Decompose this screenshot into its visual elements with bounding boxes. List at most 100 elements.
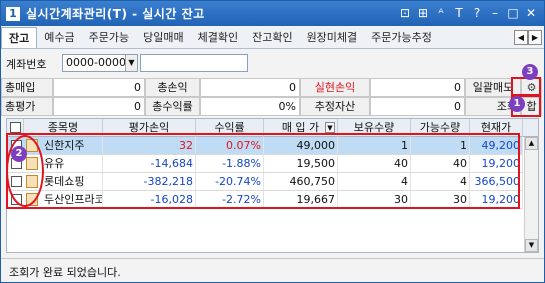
minimize-icon[interactable]: – [488, 5, 502, 21]
table-header: 종목명 평가손익 수익률 매 입 가 ▼ 보유수량 가능수량 현재가 [7, 119, 538, 137]
status-bar: 조회가 완료 되었습니다. [1, 258, 544, 282]
tab-execution-check[interactable]: 체결확인 [191, 27, 245, 48]
account-row: 계좌번호 0000-0000 ▼ [1, 52, 544, 74]
col-current-price[interactable]: 현재가 [470, 119, 523, 137]
sort-down-icon[interactable]: ▼ [325, 122, 335, 133]
window-number-badge: 1 [6, 6, 20, 21]
summary-panel: 총매입 0 총손익 0 실현손익 0 일괄매도 ⚙ 총평가 0 총수익률 0% … [1, 77, 544, 117]
eval-pl: -382,218 [103, 173, 196, 190]
text-icon[interactable]: T [452, 5, 466, 21]
total-eval-value: 0 [53, 97, 145, 116]
available-qty: 1 [411, 137, 470, 154]
scroll-up-icon[interactable]: ▲ [525, 137, 538, 150]
font-size-icon[interactable]: ᴬ [434, 5, 448, 21]
col-holding-qty[interactable]: 보유수량 [338, 119, 411, 137]
account-select[interactable]: 0000-0000 ▼ [62, 54, 138, 72]
gear-icon[interactable]: ⚙ [521, 78, 542, 97]
holding-qty: 1 [338, 137, 411, 154]
tab-daily-trades[interactable]: 당일매매 [136, 27, 190, 48]
col-buy-price[interactable]: 매 입 가 ▼ [264, 119, 338, 137]
total-return-value: 0% [200, 97, 300, 116]
available-qty: 40 [411, 155, 470, 172]
eval-pl: 32 [103, 137, 196, 154]
row-checkbox[interactable] [11, 176, 22, 187]
vertical-scrollbar[interactable]: ▲ ▼ [524, 137, 538, 252]
help-icon[interactable]: ? [470, 5, 484, 21]
eval-pl: -16,028 [103, 191, 196, 208]
tab-deposit[interactable]: 예수금 [37, 27, 81, 48]
table-row[interactable]: 신한지주 32 0.07% 49,000 1 1 49,200 [7, 137, 523, 155]
return-rate: -2.72% [196, 191, 264, 208]
current-price: 366,500 [470, 173, 523, 190]
tab-orderable-estimate[interactable]: 주문가능추정 [364, 27, 439, 48]
current-price: 19,200 [470, 191, 523, 208]
holdings-table: 종목명 평가손익 수익률 매 입 가 ▼ 보유수량 가능수량 현재가 신한지주 … [6, 118, 539, 253]
stock-name: 신한지주 [42, 137, 103, 154]
est-assets-label: 추정자산 [300, 97, 370, 116]
scroll-down-icon[interactable]: ▼ [525, 239, 538, 252]
realized-pl-value: 0 [370, 78, 465, 97]
return-rate: -20.74% [196, 173, 264, 190]
annotation-badge-2: 2 [11, 146, 27, 162]
col-return-rate[interactable]: 수익률 [196, 119, 264, 137]
account-number: 0000-0000 [66, 56, 126, 69]
return-rate: 0.07% [196, 137, 264, 154]
annotation-badge-3: 3 [522, 64, 538, 80]
tab-balance-check[interactable]: 잔고확인 [245, 27, 299, 48]
tab-bar: 잔고 예수금 주문가능 당일매매 체결확인 잔고확인 원장미체결 주문가능추정 … [1, 27, 544, 49]
total-buy-label: 총매입 [1, 78, 53, 97]
holding-qty: 4 [338, 173, 411, 190]
table-row[interactable]: 유유 -14,684 -1.88% 19,500 40 40 19,200 [7, 155, 523, 173]
select-all-checkbox[interactable] [7, 119, 24, 137]
holding-qty: 40 [338, 155, 411, 172]
title-bar[interactable]: 1 실시간계좌관리(T) - 실시간 잔고 ⊡ ⊞ ᴬ T ? – □ ✕ [1, 1, 544, 26]
total-return-label: 총수익률 [145, 97, 200, 116]
stock-icon [26, 175, 38, 188]
tab-scroll-right-icon[interactable]: ▶ [528, 30, 542, 45]
tab-ledger-unfilled[interactable]: 원장미체결 [300, 27, 365, 48]
account-label: 계좌번호 [6, 58, 47, 71]
stock-icon [26, 157, 38, 170]
holding-qty: 30 [338, 191, 411, 208]
col-available-qty[interactable]: 가능수량 [411, 119, 470, 137]
annotation-badge-1: 1 [509, 96, 525, 112]
close-icon[interactable]: ✕ [524, 5, 538, 21]
total-eval-label: 총평가 [1, 97, 53, 116]
tab-balance[interactable]: 잔고 [1, 27, 38, 48]
buy-price: 19,667 [264, 191, 338, 208]
eval-pl: -14,684 [103, 155, 196, 172]
est-assets-value: 0 [370, 97, 465, 116]
buy-price: 49,000 [264, 137, 338, 154]
available-qty: 4 [411, 173, 470, 190]
chevron-down-icon[interactable]: ▼ [125, 55, 137, 71]
buy-price: 19,500 [264, 155, 338, 172]
total-pl-value: 0 [200, 78, 300, 97]
total-buy-value: 0 [53, 78, 145, 97]
tab-scroll-left-icon[interactable]: ◀ [514, 30, 528, 45]
col-name[interactable]: 종목명 [24, 119, 103, 137]
current-price: 19,200 [470, 155, 523, 172]
return-rate: -1.88% [196, 155, 264, 172]
stock-icon [26, 139, 38, 152]
app-window: 1 실시간계좌관리(T) - 실시간 잔고 ⊡ ⊞ ᴬ T ? – □ ✕ 잔고… [0, 0, 545, 283]
table-row[interactable]: 두산인프라코 -16,028 -2.72% 19,667 30 30 19,20… [7, 191, 523, 209]
account-name-field[interactable] [140, 54, 248, 72]
link-icon[interactable]: ⊡ [398, 5, 412, 21]
table-row[interactable]: 롯데쇼핑 -382,218 -20.74% 460,750 4 4 366,50… [7, 173, 523, 191]
stock-icon [26, 193, 38, 206]
buy-price: 460,750 [264, 173, 338, 190]
restore-icon[interactable]: ⊞ [416, 5, 430, 21]
bulk-sell-button[interactable]: 일괄매도 [465, 78, 521, 97]
stock-name: 두산인프라코 [44, 191, 103, 208]
status-text: 조회가 완료 되었습니다. [9, 266, 121, 279]
realized-pl-label: 실현손익 [300, 78, 370, 97]
col-eval-pl[interactable]: 평가손익 [103, 119, 196, 137]
col-buy-price-label: 매 입 가 [281, 121, 320, 134]
current-price: 49,200 [470, 137, 523, 154]
total-pl-label: 총손익 [145, 78, 200, 97]
tab-orderable[interactable]: 주문가능 [82, 27, 136, 48]
row-checkbox[interactable] [11, 194, 22, 205]
stock-name: 유유 [42, 155, 103, 172]
stock-name: 롯데쇼핑 [42, 173, 103, 190]
maximize-icon[interactable]: □ [506, 5, 520, 21]
